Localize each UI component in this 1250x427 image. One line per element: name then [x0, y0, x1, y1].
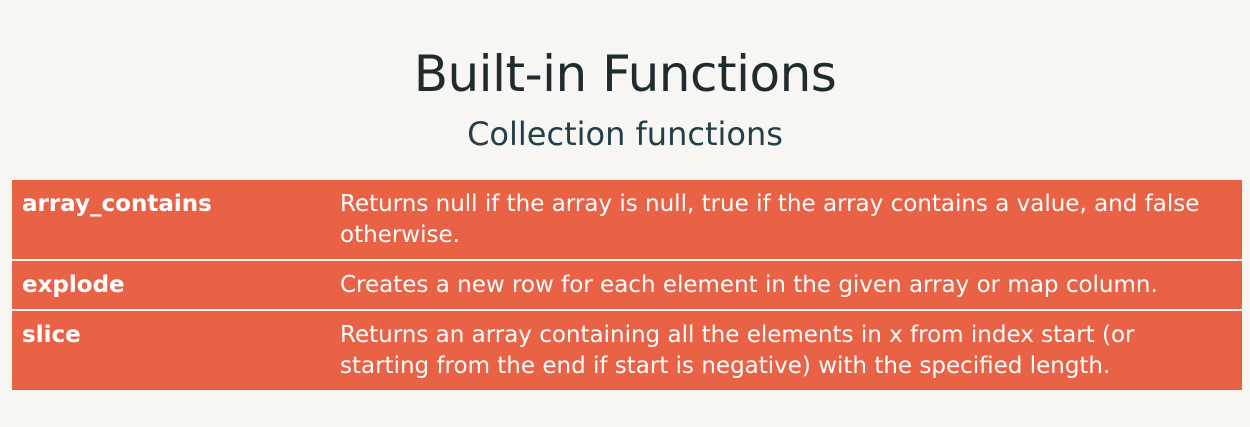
function-name: slice	[22, 322, 81, 348]
slide-subtitle: Collection functions	[467, 115, 783, 153]
slide: Built-in Functions Collection functions …	[0, 0, 1250, 427]
function-name: explode	[22, 272, 125, 298]
functions-table: array_contains Returns null if the array…	[12, 180, 1242, 390]
table-row: slice Returns an array containing all th…	[12, 311, 1242, 390]
function-description: Returns null if the array is null, true …	[340, 191, 1200, 248]
table-row: explode Creates a new row for each eleme…	[12, 261, 1242, 311]
function-name: array_contains	[22, 191, 212, 217]
function-description: Creates a new row for each element in th…	[340, 272, 1158, 298]
function-description: Returns an array containing all the elem…	[340, 322, 1135, 379]
table-row: array_contains Returns null if the array…	[12, 180, 1242, 261]
slide-title: Built-in Functions	[413, 45, 837, 103]
